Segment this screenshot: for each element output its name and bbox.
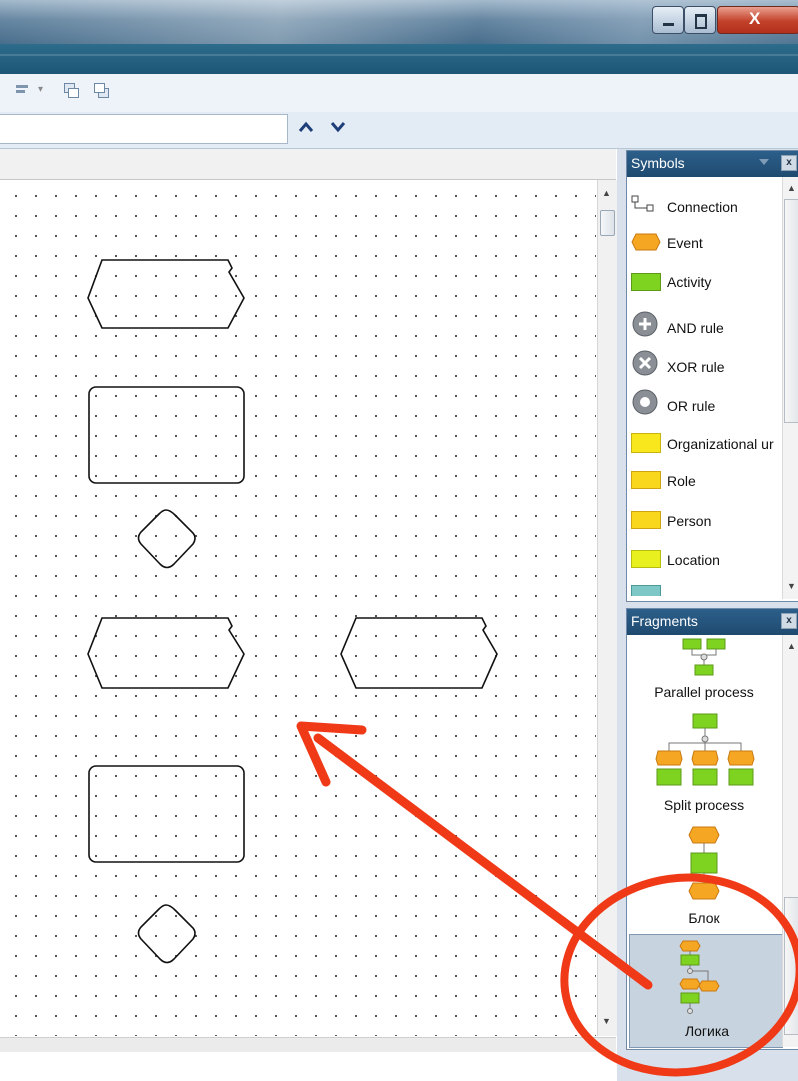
close-icon[interactable]: x xyxy=(781,613,797,629)
fragment-label: Parallel process xyxy=(654,684,754,700)
symbol-label: Role xyxy=(667,473,696,489)
maximize-button[interactable] xyxy=(684,6,716,34)
event-hexagon-icon xyxy=(631,233,661,251)
fragment-split-process[interactable]: Split process xyxy=(627,713,781,817)
symbol-label: Connection xyxy=(667,199,738,215)
parallel-process-icon xyxy=(682,638,726,676)
symbol-and-rule[interactable]: AND rule xyxy=(627,310,779,348)
activity-shape[interactable] xyxy=(88,386,245,484)
minimize-button[interactable] xyxy=(652,6,684,34)
block-icon xyxy=(688,826,720,900)
scroll-up-arrow-icon[interactable]: ▲ xyxy=(787,183,796,193)
panel-dropdown-icon[interactable] xyxy=(759,159,769,165)
rule-shape[interactable] xyxy=(137,904,196,964)
symbol-label: XOR rule xyxy=(667,359,725,375)
chevron-down-icon[interactable] xyxy=(330,118,346,138)
connection-icon xyxy=(631,195,654,212)
rule-shape[interactable] xyxy=(137,509,196,569)
symbol-label: Event xyxy=(667,235,703,251)
symbol-xor-rule[interactable]: XOR rule xyxy=(627,349,779,387)
fragment-label: Блок xyxy=(688,910,720,926)
fragments-scrollbar[interactable]: ▲ xyxy=(782,635,798,1047)
fragment-logic[interactable]: Логика xyxy=(629,934,783,1048)
and-rule-icon xyxy=(632,311,658,337)
scroll-thumb[interactable] xyxy=(600,210,615,236)
search-input[interactable] xyxy=(0,114,288,144)
align-icon[interactable] xyxy=(16,83,30,97)
symbol-label: Person xyxy=(667,513,712,529)
scroll-down-arrow-icon[interactable]: ▼ xyxy=(602,1016,611,1026)
fragment-label: Логика xyxy=(684,1023,730,1039)
canvas-horizontal-scrollbar[interactable] xyxy=(0,1037,616,1052)
role-icon xyxy=(631,471,661,489)
scroll-thumb[interactable] xyxy=(784,897,798,1035)
fragment-label: Split process xyxy=(663,797,745,813)
close-button[interactable]: X xyxy=(717,6,798,34)
send-to-back-icon[interactable] xyxy=(94,83,109,98)
symbol-org-unit[interactable]: Organizational ur xyxy=(627,426,779,464)
toolbar: ▾ xyxy=(0,74,798,113)
entity-icon xyxy=(631,585,661,596)
logic-icon xyxy=(679,940,720,1014)
symbol-label: Activity xyxy=(667,274,712,290)
ribbon-bar xyxy=(0,44,798,74)
symbol-label: Organizational ur xyxy=(667,436,774,452)
close-icon[interactable]: x xyxy=(781,155,797,171)
fragment-parallel-process[interactable]: Parallel process xyxy=(627,637,781,707)
activity-rect-icon xyxy=(631,273,661,291)
dropdown-arrow-icon[interactable]: ▾ xyxy=(38,84,43,95)
symbol-label: AND rule xyxy=(667,320,724,336)
diagram-shapes xyxy=(87,259,498,964)
scroll-up-arrow-icon[interactable]: ▲ xyxy=(787,641,796,651)
symbol-person[interactable]: Person xyxy=(627,503,779,541)
title-bar: X xyxy=(0,0,798,44)
symbol-label: OR rule xyxy=(667,398,716,414)
location-icon xyxy=(631,550,661,568)
status-area xyxy=(0,1052,620,1081)
symbols-panel-title: Symbols xyxy=(631,155,685,171)
symbol-event[interactable]: Event xyxy=(627,225,779,263)
or-rule-icon xyxy=(632,389,658,415)
scroll-thumb[interactable] xyxy=(784,199,798,423)
symbol-label: Location xyxy=(667,552,720,568)
scroll-up-arrow-icon[interactable]: ▲ xyxy=(602,188,611,198)
symbols-scrollbar[interactable]: ▲ ▼ xyxy=(782,177,798,599)
symbols-panel-header: Symbols x xyxy=(627,151,798,177)
symbol-role[interactable]: Role xyxy=(627,463,779,501)
bring-to-front-icon[interactable] xyxy=(64,83,79,98)
fragments-panel: Fragments x Parallel process Split proce… xyxy=(626,608,798,1050)
symbol-or-rule[interactable]: OR rule xyxy=(627,388,779,426)
xor-rule-icon xyxy=(632,350,658,376)
person-icon xyxy=(631,511,661,529)
fragments-panel-header: Fragments x xyxy=(627,609,798,635)
split-process-icon xyxy=(655,713,755,786)
fragment-block[interactable]: Блок xyxy=(627,825,781,929)
chevron-up-icon[interactable] xyxy=(298,118,314,138)
fragments-panel-title: Fragments xyxy=(631,613,698,629)
symbol-connection[interactable]: Connection xyxy=(627,189,779,227)
symbol-location[interactable]: Location xyxy=(627,542,779,580)
event-shape[interactable] xyxy=(340,617,498,689)
close-icon: X xyxy=(749,9,761,28)
symbol-activity[interactable]: Activity xyxy=(627,264,779,302)
event-shape[interactable] xyxy=(87,617,245,689)
canvas-tab-strip xyxy=(0,149,616,180)
org-unit-icon xyxy=(631,433,661,453)
scroll-down-arrow-icon[interactable]: ▼ xyxy=(787,581,796,591)
symbols-panel: Symbols x Connection Event Activity AND … xyxy=(626,150,798,602)
canvas-vertical-scrollbar[interactable]: ▲ ▼ xyxy=(597,180,617,1036)
activity-shape[interactable] xyxy=(88,765,245,863)
event-shape[interactable] xyxy=(87,259,245,329)
